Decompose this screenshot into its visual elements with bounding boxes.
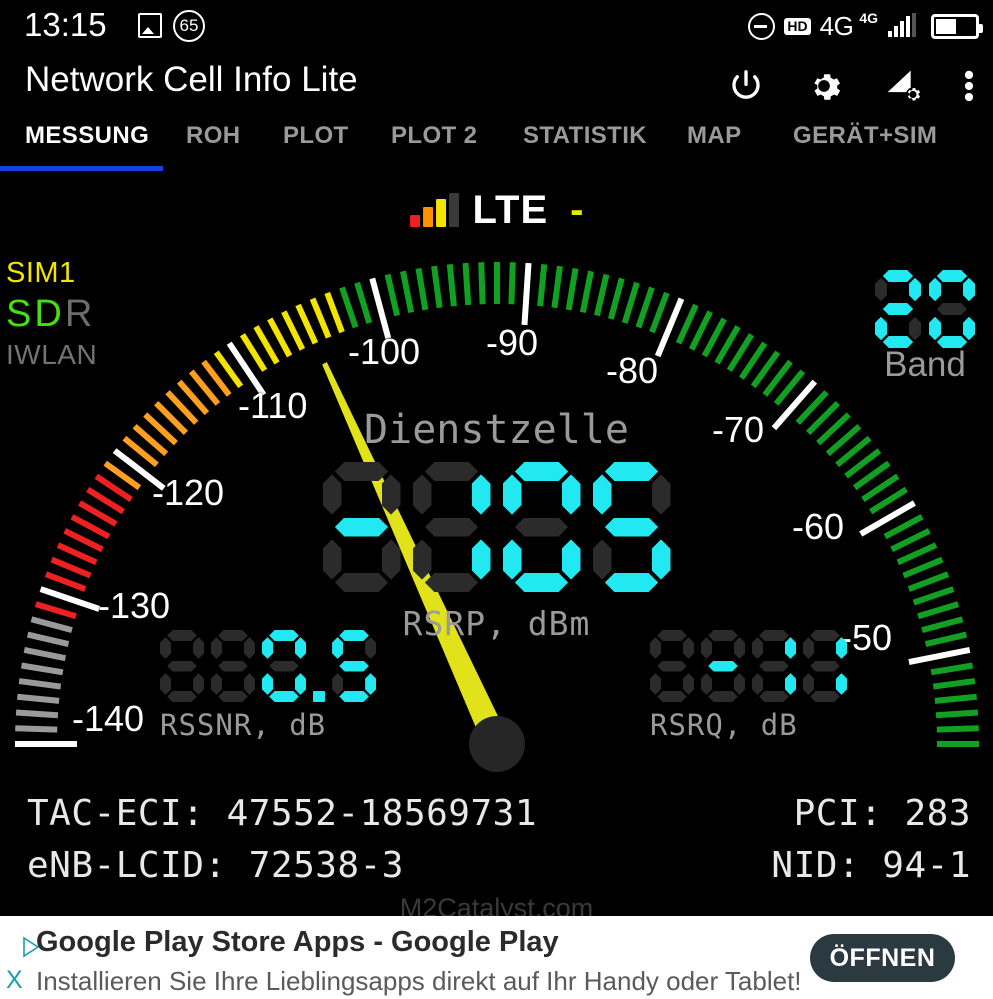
tab-statistik[interactable]: STATISTIK: [523, 122, 647, 150]
rsrq-readout: RSRQ, dB: [650, 630, 847, 742]
enb-lcid: eNB-LCID: 72538-3: [27, 845, 404, 886]
network-type-label: 4G: [819, 11, 854, 41]
minus-circle-icon: [748, 12, 776, 40]
rssnr-readout: RSSNR, dB: [160, 630, 376, 742]
signal-settings-icon[interactable]: [883, 67, 923, 105]
tab-messung[interactable]: MESSUNG: [25, 122, 149, 150]
overflow-menu-icon[interactable]: [963, 67, 975, 105]
power-icon[interactable]: [727, 67, 765, 105]
tab-bar: MESSUNG ROH PLOT PLOT 2 STATISTIK MAP GE…: [0, 122, 993, 178]
sim-state-s: S: [6, 293, 35, 335]
tab-map[interactable]: MAP: [687, 122, 742, 150]
status-icons: HD 4G 4G: [748, 0, 983, 52]
app-bar-actions: [727, 52, 975, 120]
nid: NID: 94-1: [771, 845, 971, 886]
tab-active-indicator: [0, 166, 163, 171]
status-bar: 13:15 65 HD 4G 4G: [0, 0, 993, 52]
sim-wlan-label: IWLAN: [6, 339, 98, 370]
hd-icon: HD: [784, 17, 811, 35]
tab-roh[interactable]: ROH: [186, 122, 241, 150]
app-screen: 13:15 65 HD 4G 4G Network Cell Info Lite: [0, 0, 993, 999]
gauge-tick-minus140: -140: [72, 698, 145, 739]
ad-banner[interactable]: X Google Play Store Apps - Google Play I…: [0, 916, 993, 999]
gauge-hub: [469, 716, 525, 772]
tab-plot-2[interactable]: PLOT 2: [391, 122, 477, 150]
status-time: 13:15: [24, 6, 107, 43]
serving-cell-title: Dienstzelle: [364, 407, 629, 453]
gear-icon[interactable]: [805, 67, 843, 105]
rsrp-value: [117, 462, 877, 592]
band-block: Band: [875, 270, 975, 384]
battery-icon: [931, 13, 983, 39]
notification-badge: 65: [173, 10, 205, 42]
ad-title: Google Play Store Apps - Google Play: [36, 926, 559, 958]
serving-cell-readout: Dienstzelle RSRP, dBm: [117, 408, 877, 643]
ad-subtitle: Installieren Sie Ihre Lieblingsapps dire…: [36, 966, 802, 996]
tac-eci: TAC-ECI: 47552-18569731: [27, 793, 537, 834]
tab-geraet-sim[interactable]: GERÄT+SIM: [793, 122, 937, 150]
band-label: Band: [884, 345, 966, 384]
network-type-sup: 4G: [859, 10, 878, 26]
ad-choices-icon[interactable]: [6, 936, 40, 958]
band-value: [875, 270, 975, 348]
network-signal-bars-icon: [409, 193, 459, 227]
pci: PCI: 283: [793, 793, 971, 834]
gauge-tick-minus80: -80: [606, 350, 659, 391]
network-suffix: -: [570, 188, 584, 232]
sim-state-r: R: [64, 293, 96, 335]
sim-name: SIM1: [6, 257, 76, 289]
cell-info-block: TAC-ECI: 47552-18569731 eNB-LCID: 72538-…: [0, 793, 993, 923]
gauge-tick-minus100: -100: [348, 331, 421, 372]
rssnr-label: RSSNR, dB: [160, 708, 327, 742]
page-title: Network Cell Info Lite: [25, 60, 358, 99]
rssnr-value: [160, 630, 376, 702]
app-bar: Network Cell Info Lite: [0, 52, 993, 120]
rsrq-value: [650, 630, 847, 702]
tab-plot[interactable]: PLOT: [283, 122, 349, 150]
ad-open-button[interactable]: ÖFFNEN: [810, 934, 955, 982]
ad-close-icon[interactable]: X: [6, 968, 23, 993]
image-icon: [138, 13, 162, 38]
gauge-tick-minus90: -90: [486, 322, 539, 363]
sim-block: SIM1 SDR IWLAN: [6, 256, 97, 372]
signal-bars-icon: [888, 13, 916, 37]
sim-state-d: D: [34, 293, 65, 335]
network-type: LTE: [472, 188, 549, 232]
sim-states: SDR: [6, 290, 97, 338]
rsrq-label: RSRQ, dB: [650, 708, 798, 742]
